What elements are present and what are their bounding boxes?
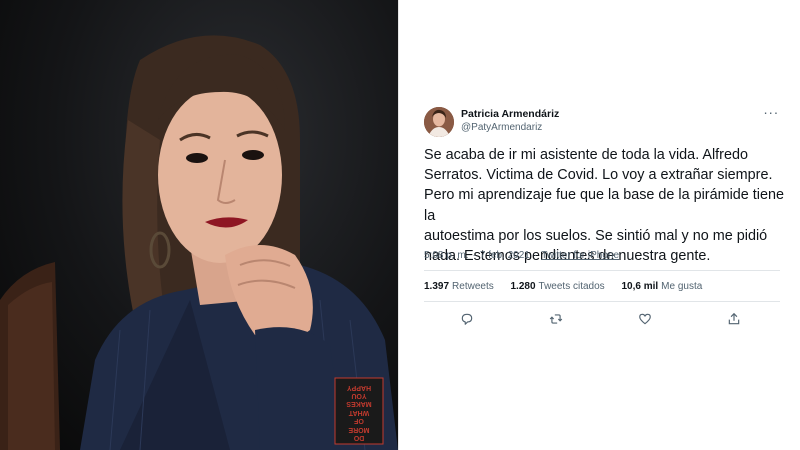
tweet-text: Se acaba de ir mi asistente de toda la v… [424, 147, 784, 265]
meta-separator: · [533, 250, 538, 261]
avatar-image [424, 107, 454, 137]
quotes-count: 1.280 [510, 281, 536, 292]
tweet-time[interactable]: 5:08 p. m. [424, 250, 468, 261]
jacket-text-line: YOU [351, 391, 367, 399]
jacket-text-line: WHAT [348, 408, 370, 416]
quotes-stat[interactable]: 1.280 Tweets citados [511, 281, 605, 292]
jacket-text-line: MAKES [346, 400, 372, 408]
jacket-text-line: DO [353, 434, 365, 441]
jacket-text-line: OF [354, 417, 364, 425]
share-icon [728, 312, 740, 325]
likes-stat[interactable]: 10,6 mil Me gusta [621, 281, 702, 292]
meta-separator: · [472, 250, 476, 261]
author-avatar[interactable] [424, 107, 454, 137]
tweet-card: Patricia Armendáriz @PatyArmendariz ··· … [399, 0, 800, 450]
divider-line [424, 270, 780, 271]
like-button[interactable] [635, 309, 655, 329]
jacket-patch-text: DO MORE OF WHAT MAKES YOU HAPPY [337, 381, 381, 441]
more-options-button[interactable]: ··· [761, 105, 781, 121]
tweet-date[interactable]: 7 feb. 2021 [480, 250, 530, 261]
tweet-actions [424, 309, 780, 329]
author-handle[interactable]: @PatyArmendariz [461, 122, 542, 133]
profile-photo: DO MORE OF WHAT MAKES YOU HAPPY [0, 0, 398, 450]
author-name[interactable]: Patricia Armendáriz [461, 108, 559, 120]
reply-button[interactable] [457, 309, 477, 329]
tweet-stats: 1.397 Retweets 1.280 Tweets citados 10,6 m… [424, 281, 716, 292]
tweet-metadata: 5:08 p. m. · 7 feb. 2021 · Twitter for iPhon… [424, 250, 619, 261]
likes-count: 10,6 mil [621, 281, 659, 292]
tweet-source-link[interactable]: Twitter for iPhone [541, 250, 619, 261]
jacket-text-line: MORE [348, 425, 370, 433]
retweet-button[interactable] [546, 309, 566, 329]
reply-icon [461, 313, 473, 325]
share-button[interactable] [724, 309, 744, 329]
jacket-text-line: HAPPY [346, 383, 372, 391]
likes-label: Me gusta [661, 281, 703, 292]
quotes-label: Tweets citados [538, 281, 605, 292]
retweet-icon [549, 314, 563, 324]
like-icon [639, 313, 651, 325]
retweets-count: 1.397 [424, 281, 450, 292]
retweets-stat[interactable]: 1.397 Retweets [424, 281, 494, 292]
divider-line [424, 301, 780, 302]
retweets-label: Retweets [452, 281, 494, 292]
